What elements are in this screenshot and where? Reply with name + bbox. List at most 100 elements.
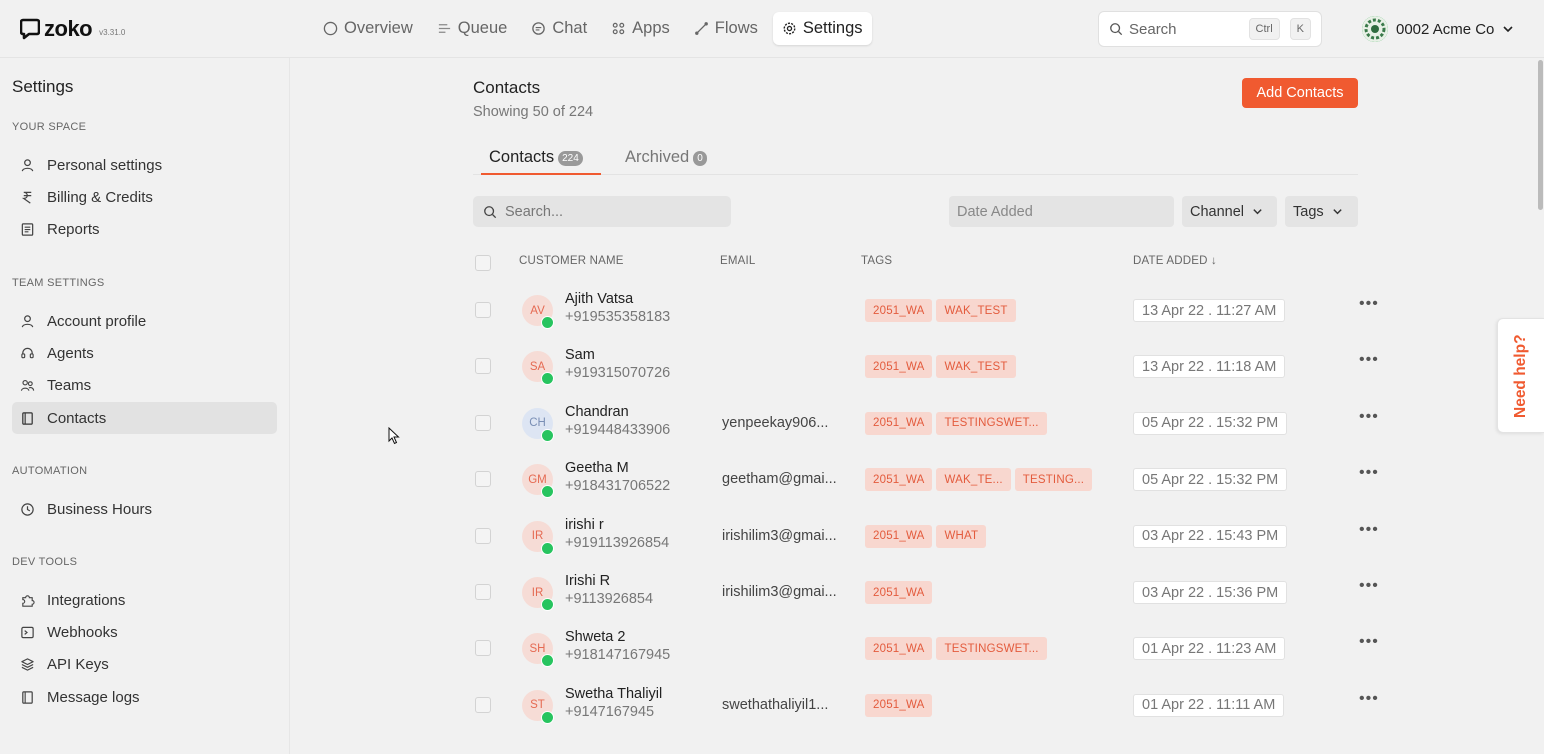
settings-sidebar: Settings YOUR SPACE Personal settings Bi…	[0, 58, 290, 754]
row-checkbox[interactable]	[475, 640, 491, 657]
more-options-icon[interactable]: •••	[1359, 633, 1379, 651]
layers-icon	[21, 657, 34, 671]
account-switcher[interactable]: 0002 Acme Co	[1362, 16, 1514, 42]
nav-label: Flows	[714, 19, 758, 37]
dropdown-label: Channel	[1190, 203, 1245, 220]
tags-cell: 2051_WA WHAT	[865, 524, 987, 548]
customer-name[interactable]: Ajith Vatsa	[565, 291, 633, 307]
tag-badge[interactable]: TESTINGSWET...	[936, 637, 1047, 661]
more-options-icon[interactable]: •••	[1359, 577, 1379, 595]
date-added-filter[interactable]: Date Added	[949, 196, 1174, 227]
tag-badge[interactable]: 2051_WA	[865, 637, 933, 661]
table-row[interactable]: ST Swetha Thaliyil +9147167945 swethatha…	[473, 677, 1378, 733]
nav-apps[interactable]: Apps	[602, 12, 679, 45]
sidebar-item-account-profile[interactable]: Account profile	[12, 305, 277, 337]
row-checkbox[interactable]	[475, 471, 491, 488]
tag-badge[interactable]: WHAT	[936, 524, 987, 548]
nav-overview[interactable]: Overview	[314, 12, 422, 45]
select-all-checkbox[interactable]	[475, 255, 491, 271]
nav-queue[interactable]: Queue	[428, 12, 517, 45]
more-options-icon[interactable]: •••	[1359, 351, 1379, 369]
nav-chat[interactable]: Chat	[522, 12, 596, 45]
table-row[interactable]: SH Shweta 2 +918147167945 2051_WA TESTING…	[473, 620, 1378, 676]
row-checkbox[interactable]	[475, 696, 491, 713]
more-options-icon[interactable]: •••	[1359, 690, 1379, 708]
sidebar-item-integrations[interactable]: Integrations	[12, 584, 277, 616]
date-added-badge: 03 Apr 22 . 15:36 PM	[1133, 581, 1288, 604]
sidebar-item-message-logs[interactable]: Message logs	[12, 681, 277, 713]
sidebar-item-api-keys[interactable]: API Keys	[12, 648, 277, 680]
user-icon	[21, 314, 34, 327]
whatsapp-icon	[541, 598, 554, 611]
tag-badge[interactable]: 2051_WA	[865, 581, 933, 604]
row-checkbox[interactable]	[475, 414, 491, 431]
tab-archived[interactable]: Archived 0	[625, 148, 707, 175]
sidebar-item-label: Personal settings	[47, 156, 163, 174]
tags-dropdown[interactable]: Tags	[1285, 196, 1358, 227]
row-checkbox[interactable]	[475, 527, 491, 544]
customer-email: yenpeekay906...	[722, 414, 829, 431]
sidebar-item-contacts[interactable]: Contacts	[12, 402, 277, 434]
table-row[interactable]: IR Irishi R +9113926854 irishilim3@gmai.…	[473, 564, 1378, 620]
whatsapp-icon	[541, 372, 554, 386]
whatsapp-icon	[541, 654, 554, 668]
date-added-badge: 03 Apr 22 . 15:43 PM	[1133, 524, 1288, 548]
column-header-name[interactable]: CUSTOMER NAME	[519, 255, 624, 267]
scrollbar-thumb[interactable]	[1538, 60, 1543, 210]
row-checkbox[interactable]	[475, 358, 491, 375]
tag-badge[interactable]: 2051_WA	[865, 411, 933, 435]
more-options-icon[interactable]: •••	[1359, 408, 1379, 426]
nav-settings[interactable]: Settings	[772, 12, 872, 45]
tag-badge[interactable]: WAK_TEST	[936, 355, 1016, 379]
logo[interactable]: zoko v3.31.0	[20, 16, 125, 42]
need-help-label[interactable]: Need help?	[1512, 334, 1530, 418]
tag-badge[interactable]: WAK_TE...	[936, 468, 1011, 492]
row-checkbox[interactable]	[475, 584, 491, 600]
more-options-icon[interactable]: •••	[1359, 295, 1379, 313]
chevron-down-icon	[1503, 26, 1513, 33]
tag-badge[interactable]: WAK_TEST	[936, 299, 1016, 322]
queue-icon	[438, 24, 450, 33]
sidebar-item-business-hours[interactable]: Business Hours	[12, 493, 277, 525]
sidebar-item-billing[interactable]: Billing & Credits	[12, 181, 277, 213]
customer-name[interactable]: Chandran	[565, 404, 629, 420]
column-header-tags[interactable]: TAGS	[861, 255, 892, 267]
date-filter-placeholder: Date Added	[957, 203, 1033, 220]
table-row[interactable]: AV Ajith Vatsa +919535358183 2051_WA WAK_…	[473, 282, 1378, 338]
tag-badge[interactable]: 2051_WA	[865, 355, 933, 379]
clock-icon	[21, 502, 34, 516]
tag-badge[interactable]: 2051_WA	[865, 468, 933, 492]
customer-name[interactable]: Shweta 2	[565, 629, 625, 645]
table-row[interactable]: IR irishi r +919113926854 irishilim3@gma…	[473, 508, 1378, 564]
tag-badge[interactable]: TESTING...	[1014, 468, 1093, 492]
sidebar-item-teams[interactable]: Teams	[12, 369, 277, 401]
tag-badge[interactable]: 2051_WA	[865, 524, 933, 548]
sidebar-item-reports[interactable]: Reports	[12, 213, 277, 245]
column-header-date-added[interactable]: DATE ADDED ↓	[1133, 255, 1217, 267]
customer-name[interactable]: Irishi R	[565, 573, 610, 589]
search-icon	[1110, 23, 1123, 36]
global-search[interactable]: Search Ctrl K	[1098, 11, 1322, 47]
tag-badge[interactable]: TESTINGSWET...	[936, 411, 1047, 435]
customer-name[interactable]: Sam	[565, 347, 595, 363]
sidebar-item-webhooks[interactable]: Webhooks	[12, 616, 277, 648]
customer-name[interactable]: irishi r	[565, 517, 604, 533]
tag-badge[interactable]: 2051_WA	[865, 693, 933, 717]
sidebar-item-personal-settings[interactable]: Personal settings	[12, 149, 277, 181]
row-checkbox[interactable]	[475, 302, 491, 318]
nav-flows[interactable]: Flows	[685, 12, 767, 45]
table-row[interactable]: CH Chandran +919448433906 yenpeekay906..…	[473, 395, 1378, 451]
more-options-icon[interactable]: •••	[1359, 464, 1379, 482]
table-row[interactable]: SA Sam +919315070726 2051_WA WAK_TEST 13 …	[473, 338, 1378, 394]
tab-contacts[interactable]: Contacts 224	[481, 148, 601, 175]
tag-badge[interactable]: 2051_WA	[865, 299, 933, 322]
contact-search-input[interactable]: Search...	[473, 196, 731, 227]
sidebar-item-agents[interactable]: Agents	[12, 337, 277, 369]
add-contacts-button[interactable]: Add Contacts	[1242, 78, 1358, 108]
customer-name[interactable]: Geetha M	[565, 460, 629, 476]
channel-dropdown[interactable]: Channel	[1182, 196, 1277, 227]
customer-name[interactable]: Swetha Thaliyil	[565, 686, 662, 702]
more-options-icon[interactable]: •••	[1359, 521, 1379, 539]
table-row[interactable]: GM Geetha M +918431706522 geetham@gmai..…	[473, 451, 1378, 507]
column-header-email[interactable]: EMAIL	[720, 255, 756, 267]
